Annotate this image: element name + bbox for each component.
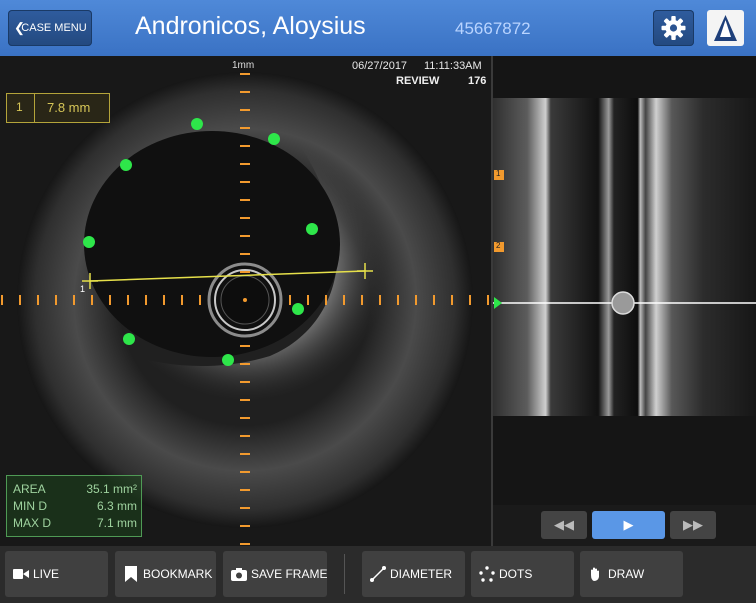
diameter-label: DIAMETER	[390, 567, 453, 581]
area-label: AREA	[13, 482, 46, 496]
bookmark-2-label: 2	[496, 241, 501, 250]
frame-number: 176	[468, 75, 487, 87]
save-frame-label: SAVE FRAME	[251, 567, 328, 581]
min-diameter-value: 6.3 mm	[96, 499, 137, 513]
save-frame-button[interactable]: SAVE FRAME	[223, 551, 327, 597]
video-camera-icon	[13, 569, 29, 579]
max-diameter-label: MAX D	[13, 516, 52, 530]
ivus-cross-section-panel[interactable]	[0, 56, 491, 546]
settings-button[interactable]	[653, 10, 694, 46]
gear-icon	[661, 16, 686, 40]
scale-label: 1mm	[232, 60, 255, 71]
measurement-value: 7.8 mm	[47, 100, 91, 115]
patient-id: 45667872	[455, 19, 531, 38]
live-button[interactable]: LIVE	[5, 551, 108, 597]
hand-draw-icon	[591, 567, 599, 581]
acquisition-time: 11:11:33AM	[424, 60, 482, 72]
fast-forward-icon: ▶▶	[683, 517, 703, 532]
measurement-index: 1	[16, 100, 23, 114]
max-diameter-value: 7.1 mm	[96, 516, 137, 530]
dots-label: DOTS	[499, 567, 533, 581]
bookmark-1-label: 1	[496, 169, 501, 178]
case-menu-label: CASE MENU	[21, 22, 87, 34]
live-label: LIVE	[33, 567, 60, 581]
play-icon: ▶	[623, 517, 634, 532]
mode-label: REVIEW	[396, 75, 440, 87]
ivus-image[interactable]	[0, 56, 491, 546]
header-bar	[0, 0, 756, 56]
patient-name: Andronicos, Aloysius	[135, 12, 366, 40]
longitudinal-view[interactable]: 1 2	[493, 56, 756, 546]
rewind-icon: ◀◀	[554, 517, 574, 532]
area-value: 35.1 mm²	[86, 482, 137, 496]
rewind-button[interactable]: ◀◀	[541, 511, 587, 539]
measurement-readout[interactable]: 1 7.8 mm	[6, 93, 110, 123]
brand-logo-icon	[714, 15, 737, 41]
dots-button[interactable]: DOTS	[471, 551, 574, 597]
bookmark-icon	[125, 566, 137, 582]
diameter-icon	[370, 566, 386, 582]
bookmark-button[interactable]: BOOKMARK	[115, 551, 216, 597]
measure-endpoint-label: 1	[80, 284, 86, 294]
toolbar-separator	[344, 554, 345, 594]
fast-forward-button[interactable]: ▶▶	[670, 511, 716, 539]
camera-icon	[231, 568, 247, 581]
dots-icon	[479, 566, 495, 582]
longitudinal-image[interactable]	[493, 56, 756, 546]
chevron-left-icon: ❮	[14, 20, 25, 35]
logo-button[interactable]	[707, 10, 744, 46]
draw-button[interactable]: DRAW	[580, 551, 683, 597]
min-diameter-label: MIN D	[13, 499, 47, 513]
acquisition-date: 06/27/2017	[352, 60, 408, 72]
lumen-stats-box: AREA 35.1 mm² MIN D 6.3 mm MAX D 7.1 mm	[6, 475, 142, 537]
play-button[interactable]: ▶	[592, 511, 665, 539]
diameter-button[interactable]: DIAMETER	[362, 551, 465, 597]
bookmark-label: BOOKMARK	[143, 567, 213, 581]
draw-label: DRAW	[608, 567, 645, 581]
case-menu-button[interactable]: ❮ CASE MENU	[8, 10, 92, 46]
frame-cursor-handle	[611, 291, 635, 315]
